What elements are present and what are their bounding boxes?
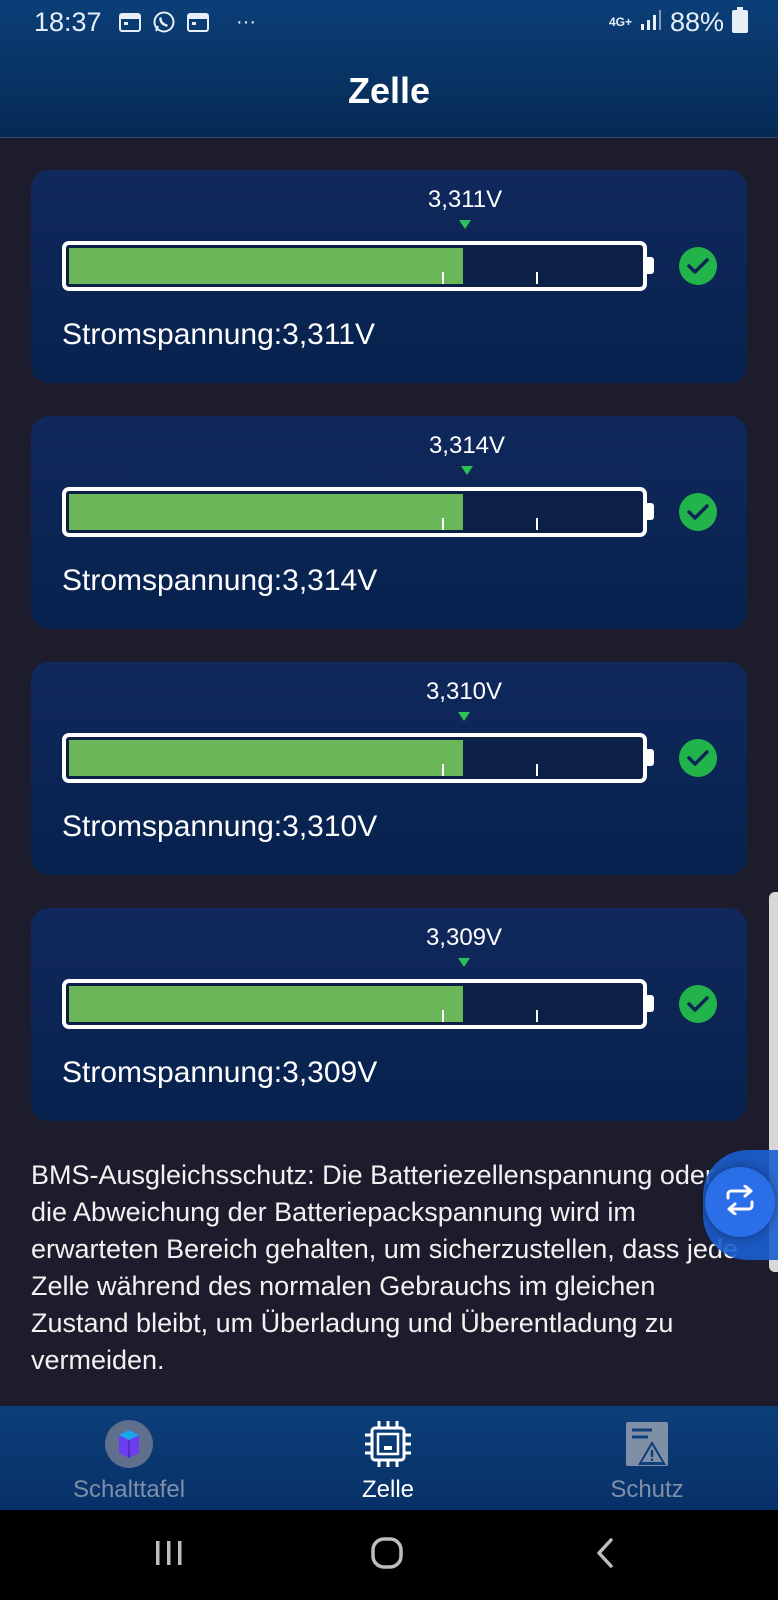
cell-card: 3,310V Stromspannung:3,310V — [31, 662, 747, 875]
status-bar: 18:37 ··· 4G+ 88% — [0, 0, 778, 46]
battery-fill — [69, 986, 463, 1022]
battery-cap — [647, 503, 654, 520]
cell-battery-bar — [62, 733, 647, 783]
battery-cap — [647, 749, 654, 766]
cell-battery-bar — [62, 487, 647, 537]
refresh-icon — [723, 1184, 757, 1220]
battery-tick — [536, 764, 538, 776]
nav-item-schutz[interactable]: Schutz — [537, 1406, 757, 1510]
battery-tick — [442, 272, 444, 284]
system-nav-bar — [0, 1510, 778, 1600]
battery-cap — [647, 995, 654, 1012]
cell-voltage-text: Stromspannung:3,314V — [62, 564, 378, 597]
balance-protection-info: BMS-Ausgleichsschutz: Die Batteriezellen… — [31, 1160, 738, 1375]
voltage-marker-label: 3,311V — [427, 186, 503, 213]
battery-tick — [442, 764, 444, 776]
whatsapp-icon — [152, 10, 176, 34]
battery-tick — [442, 1010, 444, 1022]
recent-apps-button[interactable] — [139, 1530, 199, 1580]
battery-tick — [442, 518, 444, 530]
battery-cap — [647, 257, 654, 274]
status-time: 18:37 — [34, 7, 102, 37]
bottom-nav: Schalttafel Zelle Schutz — [0, 1406, 778, 1510]
voltage-marker-triangle — [461, 466, 473, 475]
voltage-marker-label: 3,314V — [428, 432, 506, 459]
nav-label: Schutz — [610, 1476, 684, 1503]
app-header: 18:37 ··· 4G+ 88% Zelle — [0, 0, 778, 138]
more-notifications-icon: ··· — [236, 10, 256, 33]
back-icon — [593, 1536, 617, 1575]
battery-fill — [69, 248, 463, 284]
home-button[interactable] — [357, 1530, 417, 1580]
calendar-icon-2 — [186, 10, 210, 34]
warning-doc-icon — [622, 1419, 672, 1469]
nav-label: Zelle — [361, 1476, 415, 1503]
signal-icon — [640, 9, 662, 36]
home-icon — [370, 1536, 404, 1575]
voltage-marker-label: 3,310V — [425, 678, 503, 705]
chip-icon — [363, 1419, 413, 1469]
cell-card: 3,311V Stromspannung:3,311V — [31, 170, 747, 383]
battery-tick — [536, 1010, 538, 1022]
battery-fill — [69, 740, 463, 776]
nav-label: Schalttafel — [72, 1476, 186, 1503]
check-icon — [679, 985, 717, 1023]
nav-item-zelle[interactable]: Zelle — [278, 1406, 498, 1510]
battery-tick — [536, 272, 538, 284]
notification-icons: ··· — [118, 10, 258, 34]
voltage-marker-triangle — [458, 958, 470, 967]
check-icon — [679, 493, 717, 531]
network-type: 4G+ — [608, 15, 632, 29]
check-icon — [679, 739, 717, 777]
back-button[interactable] — [575, 1530, 635, 1580]
recents-icon — [153, 1538, 185, 1573]
battery-fill — [69, 494, 463, 530]
cell-battery-bar — [62, 241, 647, 291]
calendar-icon — [118, 10, 142, 34]
nav-item-schalttafel[interactable]: Schalttafel — [19, 1406, 239, 1510]
status-right: 4G+ 88% — [609, 7, 748, 38]
cell-card: 3,314V Stromspannung:3,314V — [31, 416, 747, 629]
cell-voltage-text: Stromspannung:3,310V — [62, 810, 378, 843]
cell-battery-bar — [62, 979, 647, 1029]
cell-voltage-text: Stromspannung:3,309V — [62, 1056, 378, 1089]
battery-percent: 88% — [669, 7, 724, 37]
refresh-button[interactable] — [705, 1167, 775, 1237]
check-icon — [679, 247, 717, 285]
cell-voltage-text: Stromspannung:3,311V — [62, 318, 375, 351]
voltage-marker-label: 3,309V — [425, 924, 503, 951]
page-title: Zelle — [347, 70, 431, 111]
cell-card: 3,309V Stromspannung:3,309V — [31, 908, 747, 1121]
battery-icon — [732, 7, 748, 38]
voltage-marker-triangle — [458, 712, 470, 721]
battery-cube-icon — [104, 1419, 154, 1469]
voltage-marker-triangle — [459, 220, 471, 229]
battery-tick — [536, 518, 538, 530]
